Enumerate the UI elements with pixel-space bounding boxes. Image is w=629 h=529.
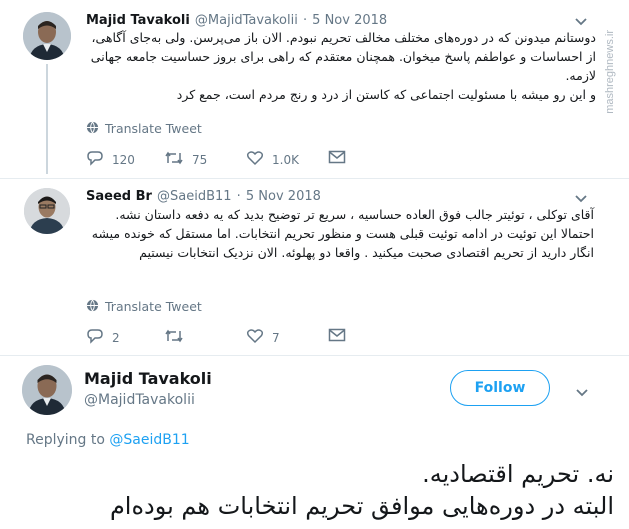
retweet-count: 75 <box>192 152 208 167</box>
chevron-down-icon[interactable] <box>574 12 588 26</box>
heart-icon <box>246 328 264 347</box>
author-handle[interactable]: @MajidTavakolii <box>195 13 298 28</box>
translate-tweet[interactable]: Translate Tweet <box>86 119 202 138</box>
avatar-saeed[interactable] <box>24 188 70 234</box>
globe-icon <box>86 119 99 138</box>
watermark: mashreghnews.ir <box>604 30 616 114</box>
reply-icon <box>86 328 104 347</box>
tweet-divider <box>0 178 629 179</box>
tweet-date[interactable]: 5 Nov 2018 <box>312 13 387 28</box>
author-name[interactable]: Saeed Br <box>86 189 152 204</box>
main-tweet-line1: نه. تحریم اقتصادیه. <box>422 460 614 488</box>
mail-icon <box>328 150 346 167</box>
translate-tweet[interactable]: Translate Tweet <box>86 297 202 316</box>
tweet-text: آقای توکلی ، توئیتر جالب فوق العاده حساس… <box>91 207 594 260</box>
like-button[interactable]: 1.0K <box>246 150 299 169</box>
reply-icon <box>86 150 104 169</box>
author-handle[interactable]: @SaeidB11 <box>157 189 232 204</box>
tweet-divider <box>0 355 629 356</box>
chevron-down-icon[interactable] <box>574 189 588 203</box>
tweet-date[interactable]: 5 Nov 2018 <box>246 189 321 204</box>
thread-connector <box>46 64 48 174</box>
follow-button[interactable]: Follow <box>450 370 550 406</box>
retweet-icon <box>164 150 184 169</box>
like-count: 7 <box>272 330 280 345</box>
translate-label: Translate Tweet <box>105 121 202 136</box>
retweet-icon <box>164 328 184 347</box>
replying-prefix: Replying to <box>26 432 105 448</box>
translate-label: Translate Tweet <box>105 299 202 314</box>
replying-to: Replying to @SaeidB11 <box>26 432 190 448</box>
reply-count: 120 <box>112 152 135 167</box>
reply-count: 2 <box>112 330 120 345</box>
tweet-text: دوستانم میدونن که در دوره‌های مختلف مخال… <box>90 30 596 102</box>
globe-icon <box>86 297 99 316</box>
mail-icon <box>328 328 346 345</box>
retweet-button[interactable]: 75 <box>164 150 207 169</box>
avatar-majid-main[interactable] <box>22 365 72 415</box>
main-tweet-line2: البته در دوره‌هایی موافق تحریم انتخابات … <box>109 492 614 520</box>
replying-handle[interactable]: @SaeidB11 <box>109 432 189 448</box>
like-button[interactable]: 7 <box>246 328 280 347</box>
main-author-handle[interactable]: @MajidTavakolii <box>84 392 195 408</box>
tweet1-header: Majid Tavakoli @MajidTavakolii · 5 Nov 2… <box>86 9 387 28</box>
heart-icon <box>246 150 264 169</box>
avatar-majid[interactable] <box>23 12 71 60</box>
main-author-name[interactable]: Majid Tavakoli <box>84 369 212 388</box>
chevron-down-icon[interactable] <box>575 383 589 397</box>
separator-dot: · <box>236 189 241 204</box>
author-name[interactable]: Majid Tavakoli <box>86 13 190 28</box>
direct-message-button[interactable] <box>328 328 346 345</box>
retweet-button[interactable] <box>164 328 192 347</box>
tweet2-header: Saeed Br @SaeidB11 · 5 Nov 2018 <box>86 185 321 204</box>
separator-dot: · <box>302 13 308 28</box>
direct-message-button[interactable] <box>328 150 346 167</box>
reply-button[interactable]: 120 <box>86 150 135 169</box>
reply-button[interactable]: 2 <box>86 328 120 347</box>
like-count: 1.0K <box>272 152 299 167</box>
